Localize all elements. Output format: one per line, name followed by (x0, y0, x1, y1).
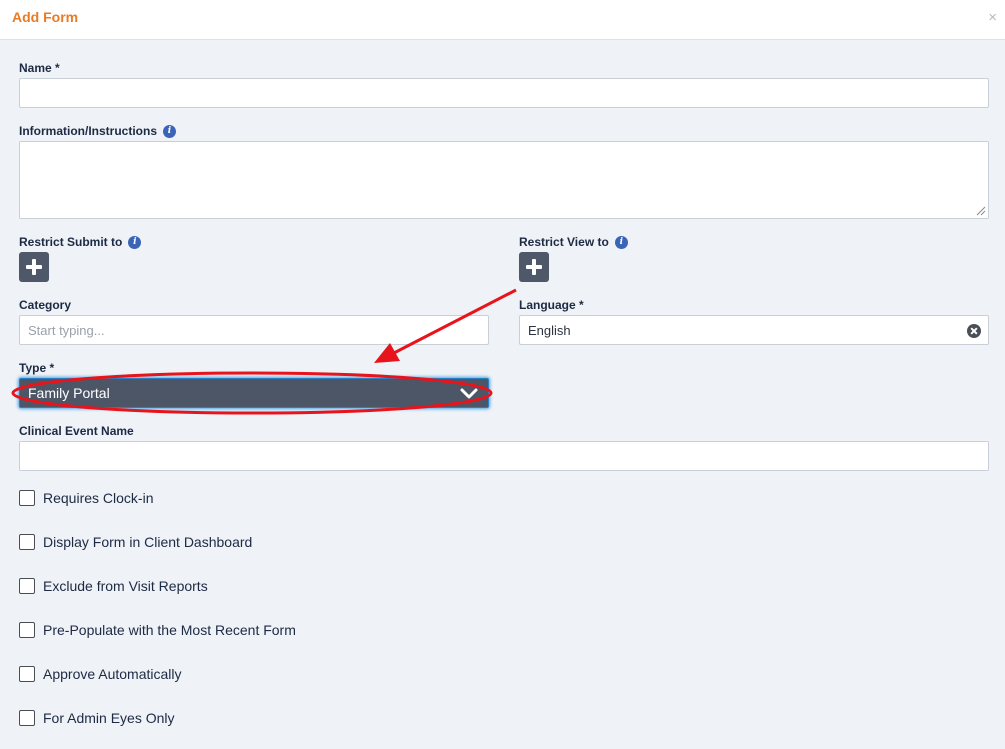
checkbox-label: Display Form in Client Dashboard (43, 534, 253, 550)
clinical-event-label-text: Clinical Event Name (19, 424, 134, 438)
info-icon[interactable]: i (614, 235, 628, 249)
clear-icon[interactable] (967, 324, 981, 338)
information-label-text: Information/Instructions (19, 124, 157, 138)
exclude-visit-reports-checkbox[interactable]: Exclude from Visit Reports (19, 578, 208, 594)
type-label-text: Type * (19, 361, 55, 375)
checkbox-box[interactable] (19, 534, 35, 550)
display-in-dashboard-checkbox[interactable]: Display Form in Client Dashboard (19, 534, 252, 550)
annotation-arrow-head (374, 343, 400, 363)
category-label-text: Category (19, 298, 72, 312)
clinical-event-input[interactable] (19, 441, 989, 471)
checkbox-box[interactable] (19, 666, 35, 682)
name-label-text: Name * (19, 61, 60, 75)
category-label: Category (19, 298, 71, 312)
checkbox-label: Approve Automatically (43, 666, 182, 682)
requires-clock-in-checkbox[interactable]: Requires Clock-in (19, 490, 153, 506)
chevron-down-icon (460, 388, 478, 399)
pre-populate-checkbox[interactable]: Pre-Populate with the Most Recent Form (19, 622, 296, 638)
restrict-submit-label-text: Restrict Submit to (19, 235, 123, 249)
checkbox-label: For Admin Eyes Only (43, 710, 175, 726)
language-label-text: Language * (519, 298, 584, 312)
admin-eyes-only-checkbox[interactable]: For Admin Eyes Only (19, 710, 175, 726)
checkbox-label: Pre-Populate with the Most Recent Form (43, 622, 296, 638)
approve-automatically-checkbox[interactable]: Approve Automatically (19, 666, 182, 682)
checkbox-label: Exclude from Visit Reports (43, 578, 208, 594)
add-restrict-submit-button[interactable] (19, 252, 49, 282)
name-input[interactable] (19, 78, 989, 108)
checkbox-box[interactable] (19, 490, 35, 506)
add-restrict-view-button[interactable] (519, 252, 549, 282)
language-label: Language * (519, 298, 584, 312)
information-textarea[interactable] (19, 141, 989, 219)
type-value: Family Portal (28, 385, 110, 401)
clinical-event-label: Clinical Event Name (19, 424, 134, 438)
type-label: Type * (19, 361, 54, 375)
info-icon[interactable]: i (128, 235, 142, 249)
language-value: English (528, 322, 571, 338)
category-input[interactable]: Start typing... (19, 315, 489, 345)
info-icon[interactable]: i (163, 124, 176, 138)
close-icon[interactable]: × (988, 10, 997, 25)
restrict-view-label: Restrict View to i (519, 235, 628, 249)
restrict-submit-label: Restrict Submit to i (19, 235, 142, 249)
type-select[interactable]: Family Portal (19, 378, 489, 408)
checkbox-box[interactable] (19, 578, 35, 594)
restrict-view-label-text: Restrict View to (519, 235, 609, 249)
language-select[interactable]: English (519, 315, 989, 345)
name-label: Name * (19, 61, 60, 75)
information-label: Information/Instructions i (19, 124, 176, 138)
modal-title: Add Form (12, 9, 79, 25)
modal-header: Add Form × (0, 0, 1005, 40)
checkbox-box[interactable] (19, 710, 35, 726)
checkbox-label: Requires Clock-in (43, 490, 154, 506)
checkbox-box[interactable] (19, 622, 35, 638)
resize-handle-icon[interactable] (976, 206, 986, 216)
